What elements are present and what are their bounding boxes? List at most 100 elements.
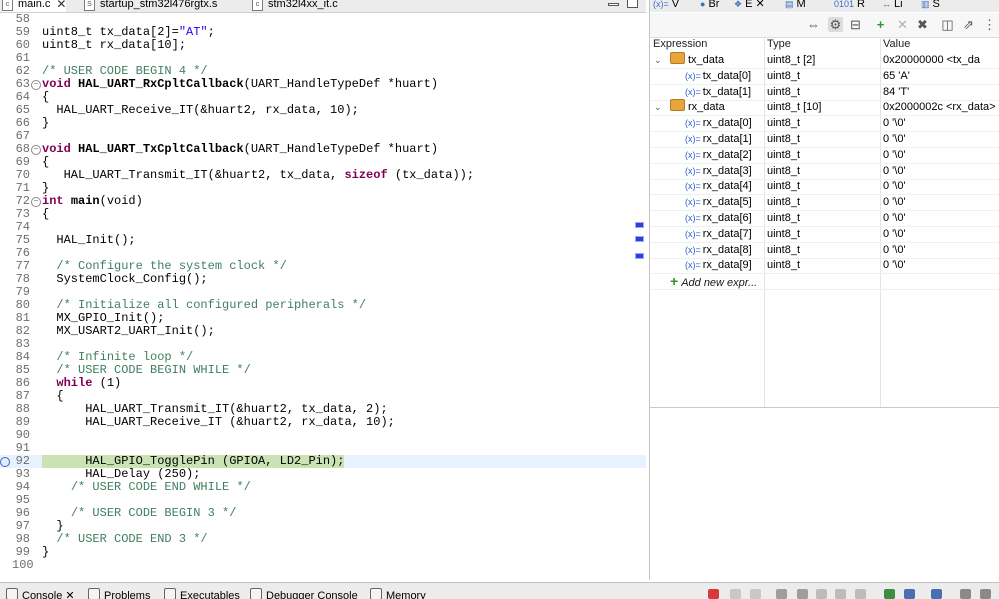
- overview-ruler-mark[interactable]: [635, 236, 644, 242]
- code-text: /* USER CODE END WHILE */: [42, 481, 251, 494]
- overview-ruler-mark[interactable]: [635, 222, 644, 228]
- code-text: void HAL_UART_TxCpltCallback(UART_Handle…: [42, 143, 438, 156]
- column-header-type[interactable]: Type: [767, 37, 791, 51]
- panel-tab-problems[interactable]: Problems: [88, 588, 150, 599]
- comment: /* Infinite loop */: [56, 350, 194, 364]
- expression-row[interactable]: (x)= rx_data[3] uint8_t 0 '\0': [650, 163, 999, 180]
- expand-chevron-icon[interactable]: ⌄: [654, 99, 662, 115]
- code-token: (1): [92, 376, 122, 390]
- code-token: (UART_HandleTypeDef *huart): [243, 142, 439, 156]
- expression-label: rx_data[5]: [702, 196, 752, 209]
- code-token: HAL_UART_Receive_IT (&huart2, rx_data, 1…: [42, 415, 395, 429]
- maximize-icon[interactable]: [627, 0, 638, 8]
- variable-icon: (x)=: [685, 134, 701, 144]
- tab-main-c[interactable]: c main.c ✕: [2, 0, 67, 12]
- expression-row[interactable]: (x)= rx_data[1] uint8_t 0 '\0': [650, 131, 999, 148]
- code-token: }: [42, 545, 50, 559]
- expand-chevron-icon[interactable]: ⌄: [654, 52, 662, 68]
- function-name: main: [70, 194, 100, 208]
- menu-icon[interactable]: ⋮: [982, 17, 997, 32]
- expressions-view: (x)= V ● Br ❖ E ✕ ▤ M 0101 R ↔ Li ▥ S ⇔ ⚙ ⊟ + ✕ ✖ ◫ ⇗…: [649, 0, 999, 581]
- code-line: 98 /* USER CODE END 3 */: [0, 533, 646, 546]
- column-header-expression[interactable]: Expression: [653, 37, 707, 51]
- expression-row[interactable]: (x)= tx_data[1] uint8_t 84 'T': [650, 84, 999, 101]
- remove-all-icon[interactable]: ✖: [915, 17, 930, 32]
- expression-row[interactable]: (x)= rx_data[7] uint8_t 0 '\0': [650, 226, 999, 243]
- expression-name: (x)= rx_data[5]: [685, 194, 752, 210]
- panel-tab-executables[interactable]: Executables: [164, 588, 240, 599]
- minimize-icon[interactable]: [608, 3, 619, 6]
- code-text: /* USER CODE END 3 */: [42, 532, 207, 546]
- code-line: 72− int main(void): [0, 195, 646, 208]
- s-file-icon: S: [84, 0, 95, 11]
- code-token: MX_GPIO_Init();: [42, 311, 165, 325]
- expression-row[interactable]: (x)= tx_data[0] uint8_t 65 'A': [650, 68, 999, 85]
- variable-icon: (x)=: [685, 228, 701, 239]
- debug-tab-r[interactable]: 0101 R: [834, 0, 865, 11]
- debug-tab-v[interactable]: (x)= V: [653, 0, 679, 11]
- expression-row[interactable]: (x)= rx_data[0] uint8_t 0 '\0': [650, 115, 999, 133]
- expression-row[interactable]: (x)= rx_data[5] uint8_t 0 '\0': [650, 194, 999, 212]
- expression-value: 0 '\0': [883, 259, 906, 272]
- expression-row[interactable]: (x)= rx_data[8] uint8_t 0 '\0': [650, 242, 999, 259]
- tab-startup-s[interactable]: S startup_stm32l476rgtx.s: [84, 0, 217, 12]
- comment: /* USER CODE BEGIN WHILE */: [56, 363, 251, 377]
- code-token: uint8_t tx_data[2]=: [42, 25, 179, 39]
- instruction-pointer-icon: [0, 457, 10, 467]
- panel-tab-memory[interactable]: Memory: [370, 588, 426, 599]
- debug-tab-li[interactable]: ↔ Li: [882, 0, 903, 11]
- expression-row[interactable]: ⌄ rx_data uint8_t [10] 0x2000002c <rx_data>: [650, 99, 999, 117]
- add-expression-row[interactable]: + Add new expr...: [650, 273, 999, 291]
- debug-tab-s[interactable]: ▥ S: [921, 0, 940, 11]
- debug-tab-m[interactable]: ▤ M: [785, 0, 806, 11]
- expression-row[interactable]: (x)= rx_data[2] uint8_t 0 '\0': [650, 147, 999, 164]
- debug-view-tabs: (x)= V ● Br ❖ E ✕ ▤ M 0101 R ↔ Li ▥ S: [650, 0, 999, 12]
- expression-label: tx_data: [688, 54, 725, 66]
- tab-label: stm32l4xx_it.c: [268, 0, 338, 10]
- code-line: 100: [0, 559, 646, 572]
- column-header-value[interactable]: Value: [883, 37, 910, 51]
- tab-stm32l4xx-it-c[interactable]: c stm32l4xx_it.c: [252, 0, 338, 12]
- expression-label: rx_data[8]: [702, 243, 752, 256]
- fold-toggle-icon[interactable]: −: [31, 197, 41, 207]
- debug-tab-br[interactable]: ● Br: [700, 0, 719, 11]
- show-logical-structure-icon[interactable]: ⚙: [828, 17, 843, 32]
- collapse-all-icon[interactable]: ⊟: [848, 17, 863, 32]
- show-type-names-icon[interactable]: ⇔: [806, 17, 821, 32]
- code-token: (tx_data));: [387, 168, 475, 182]
- debug-tab-e[interactable]: ❖ E ✕: [734, 0, 765, 11]
- remove-icon[interactable]: ✕: [895, 17, 910, 32]
- export-icon[interactable]: ⇗: [961, 17, 976, 32]
- expression-details-pane[interactable]: [650, 407, 999, 581]
- expression-label: tx_data[1]: [702, 85, 752, 98]
- expression-row[interactable]: (x)= rx_data[6] uint8_t 0 '\0': [650, 210, 999, 227]
- panel-tab-debugger-console[interactable]: Debugger Console: [250, 588, 358, 599]
- string-literal: "AT": [178, 25, 208, 39]
- code-token: (UART_HandleTypeDef *huart): [243, 77, 439, 91]
- expression-row[interactable]: (x)= rx_data[9] uint8_t 0 '\0': [650, 257, 999, 275]
- code-line: 60 uint8_t rx_data[10];: [0, 39, 646, 52]
- variable-icon: (x)=: [685, 181, 701, 192]
- line-number[interactable]: 100: [12, 559, 34, 572]
- code-editor[interactable]: 58 59 uint8_t tx_data[2]="AT"; 60 uint8_t rx…: [0, 13, 646, 580]
- panel-tab-console[interactable]: Console ✕: [6, 588, 75, 599]
- fold-toggle-icon[interactable]: −: [31, 145, 41, 155]
- fold-toggle-icon[interactable]: −: [31, 80, 41, 90]
- expression-label: rx_data[6]: [702, 212, 752, 224]
- add-expression-icon[interactable]: +: [873, 17, 888, 32]
- expression-row[interactable]: (x)= rx_data[4] uint8_t 0 '\0': [650, 178, 999, 196]
- keyword: while: [56, 376, 93, 390]
- close-icon[interactable]: ✕: [752, 0, 764, 10]
- overview-ruler-mark[interactable]: [635, 253, 644, 259]
- code-line: 94 /* USER CODE END WHILE */: [0, 481, 646, 494]
- close-icon[interactable]: ✕: [56, 0, 66, 12]
- expression-row[interactable]: ⌄ tx_data uint8_t [2] 0x20000000 <tx_da: [650, 52, 999, 69]
- new-view-icon[interactable]: ◫: [940, 17, 955, 32]
- code-line: 89 HAL_UART_Receive_IT (&huart2, rx_data…: [0, 416, 646, 429]
- expression-name: (x)= rx_data[9]: [685, 257, 752, 273]
